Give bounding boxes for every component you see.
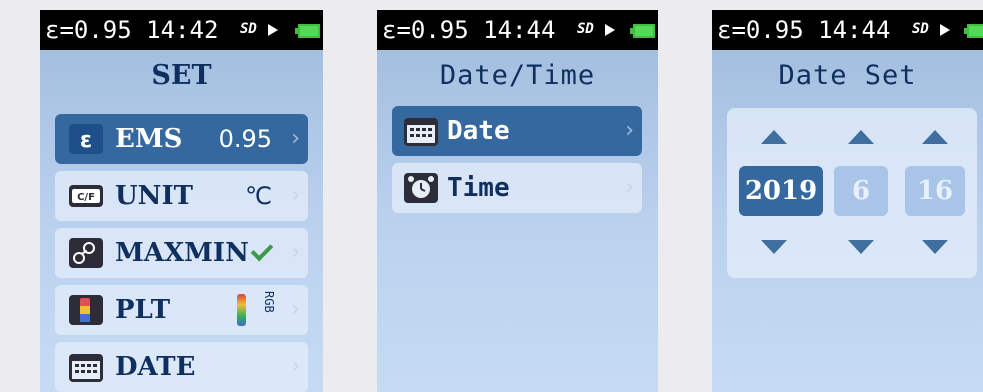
- menu-item-time[interactable]: Time ›: [392, 163, 642, 213]
- menu-item-label: DATE: [115, 352, 196, 382]
- page-title: SET: [151, 60, 212, 91]
- chevron-right-icon: ›: [291, 297, 300, 322]
- day-up-arrow-icon[interactable]: [922, 130, 948, 144]
- set-menu-screen: ε=0.95 14:42 SD SET ε EMS 0.95 › C/F UNI…: [40, 10, 323, 392]
- battery-icon: [295, 24, 320, 38]
- year-up-arrow-icon[interactable]: [761, 130, 787, 144]
- unit-value: ℃: [245, 182, 272, 210]
- svg-text:ε: ε: [80, 128, 92, 153]
- svg-text:C/F: C/F: [77, 192, 95, 203]
- page-title: Date Set: [778, 60, 917, 91]
- battery-icon: [964, 24, 983, 38]
- year-field[interactable]: 2019: [739, 166, 823, 216]
- menu-item-label: PLT: [115, 295, 171, 325]
- day-field[interactable]: 16: [905, 166, 965, 216]
- chevron-right-icon: ›: [291, 126, 300, 151]
- date-time-screen: ε=0.95 14:44 SD Date/Time Date › Time ›: [377, 10, 658, 392]
- menu-item-unit[interactable]: C/F UNIT ℃ ›: [55, 171, 308, 221]
- chevron-right-icon: ›: [625, 118, 634, 143]
- palette-icon: [69, 295, 103, 325]
- unit-icon: C/F: [69, 185, 103, 207]
- menu-item-ems[interactable]: ε EMS 0.95 ›: [55, 114, 308, 164]
- month-down-arrow-icon[interactable]: [848, 240, 874, 254]
- sd-card-icon: SD: [577, 21, 615, 38]
- day-down-arrow-icon[interactable]: [922, 240, 948, 254]
- battery-icon: [630, 24, 655, 38]
- calendar-icon: [69, 354, 103, 382]
- menu-item-label: MAXMIN: [115, 238, 249, 268]
- year-down-arrow-icon[interactable]: [761, 240, 787, 254]
- status-bar: ε=0.95 14:44 SD: [712, 10, 983, 50]
- date-set-screen: ε=0.95 14:44 SD Date Set 2019 6 16: [712, 10, 983, 392]
- epsilon-icon: ε: [69, 124, 103, 154]
- chevron-right-icon: ›: [625, 175, 634, 200]
- status-bar: ε=0.95 14:44 SD: [377, 10, 658, 50]
- menu-item-label: EMS: [115, 124, 183, 154]
- menu-item-date[interactable]: DATE ›: [55, 342, 308, 392]
- menu-item-label: Time: [447, 173, 510, 203]
- ems-value: 0.95: [218, 125, 272, 153]
- chevron-right-icon: ›: [291, 354, 300, 379]
- page-title: Date/Time: [439, 60, 596, 91]
- rgb-palette-icon: [237, 294, 246, 326]
- sd-card-icon: SD: [240, 21, 278, 38]
- maxmin-icon: [69, 238, 103, 268]
- palette-value: RGB: [262, 291, 276, 313]
- alarm-clock-icon: [404, 173, 438, 203]
- month-up-arrow-icon[interactable]: [848, 130, 874, 144]
- menu-item-label: UNIT: [115, 181, 193, 211]
- emissivity-time-readout: ε=0.95 14:42: [45, 16, 219, 44]
- emissivity-time-readout: ε=0.95 14:44: [717, 16, 891, 44]
- menu-item-date[interactable]: Date ›: [392, 106, 642, 156]
- menu-item-maxmin[interactable]: MAXMIN ›: [55, 228, 308, 278]
- menu-item-plt[interactable]: PLT RGB ›: [55, 285, 308, 335]
- month-field[interactable]: 6: [834, 166, 888, 216]
- check-icon: [250, 238, 274, 262]
- chevron-right-icon: ›: [291, 183, 300, 208]
- emissivity-time-readout: ε=0.95 14:44: [382, 16, 556, 44]
- date-picker: 2019 6 16: [727, 108, 977, 278]
- status-bar: ε=0.95 14:42 SD: [40, 10, 323, 50]
- menu-item-label: Date: [447, 116, 510, 146]
- sd-card-icon: SD: [912, 21, 950, 38]
- calendar-icon: [404, 118, 438, 146]
- chevron-right-icon: ›: [291, 240, 300, 265]
